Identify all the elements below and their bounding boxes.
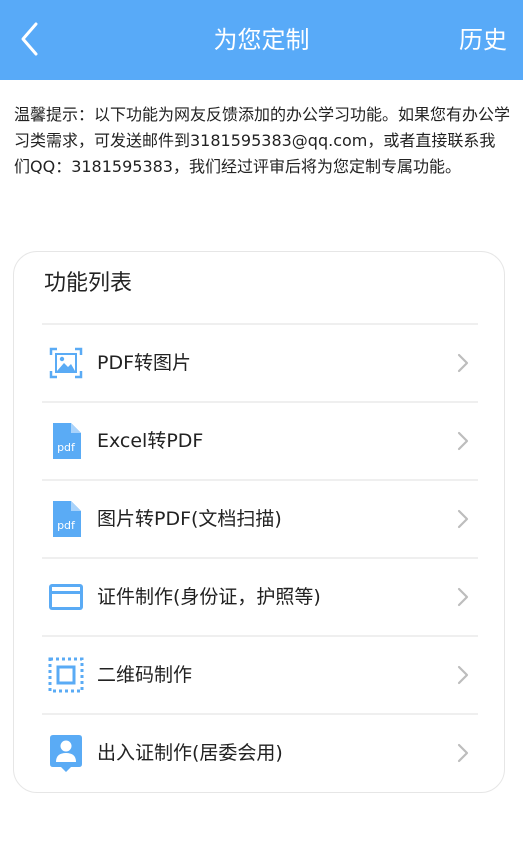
feature-item-label: 证件制作(身份证，护照等): [97, 586, 321, 608]
feature-item-qr-code[interactable]: 二维码制作: [42, 635, 478, 713]
chevron-right-icon: [457, 587, 469, 607]
chevron-right-icon: [457, 743, 469, 763]
card-icon: [48, 577, 84, 617]
qr-frame-icon: [48, 655, 84, 695]
feature-item-pdf-to-image[interactable]: PDF转图片: [42, 323, 478, 401]
image-icon: [48, 343, 84, 383]
feature-item-label: 二维码制作: [97, 664, 193, 686]
feature-item-label: 出入证制作(居委会用): [97, 742, 283, 764]
card-title: 功能列表: [44, 271, 133, 296]
pdf-file-icon: pdf: [48, 421, 84, 461]
history-button[interactable]: 历史: [459, 22, 507, 58]
feature-item-label: PDF转图片: [97, 352, 192, 374]
notice-text: 温馨提示：以下功能为网友反馈添加的办公学习功能。如果您有办公学习类需求，可发送邮…: [14, 105, 511, 176]
person-badge-icon: [48, 733, 84, 773]
chevron-right-icon: [457, 665, 469, 685]
feature-item-label: Excel转PDF: [97, 430, 204, 452]
chevron-right-icon: [457, 353, 469, 373]
svg-text:pdf: pdf: [57, 441, 76, 454]
feature-item-image-to-pdf[interactable]: pdf 图片转PDF(文档扫描): [42, 479, 478, 557]
chevron-right-icon: [457, 431, 469, 451]
page-title: 为您定制: [213, 26, 310, 54]
feature-list: PDF转图片 pdf Excel转PDF pdf 图片转PDF(文档扫描) 证件…: [42, 323, 478, 791]
app-header: 为您定制 历史: [0, 0, 523, 80]
pdf-file-icon: pdf: [48, 499, 84, 539]
feature-item-id-card[interactable]: 证件制作(身份证，护照等): [42, 557, 478, 635]
feature-list-card: 功能列表 PDF转图片 pdf Excel转PDF pdf 图片转PDF(文档扫…: [13, 251, 505, 793]
feature-item-label: 图片转PDF(文档扫描): [97, 508, 282, 530]
chevron-right-icon: [457, 509, 469, 529]
svg-text:pdf: pdf: [57, 519, 76, 532]
feature-item-access-pass[interactable]: 出入证制作(居委会用): [42, 713, 478, 791]
feature-item-excel-to-pdf[interactable]: pdf Excel转PDF: [42, 401, 478, 479]
